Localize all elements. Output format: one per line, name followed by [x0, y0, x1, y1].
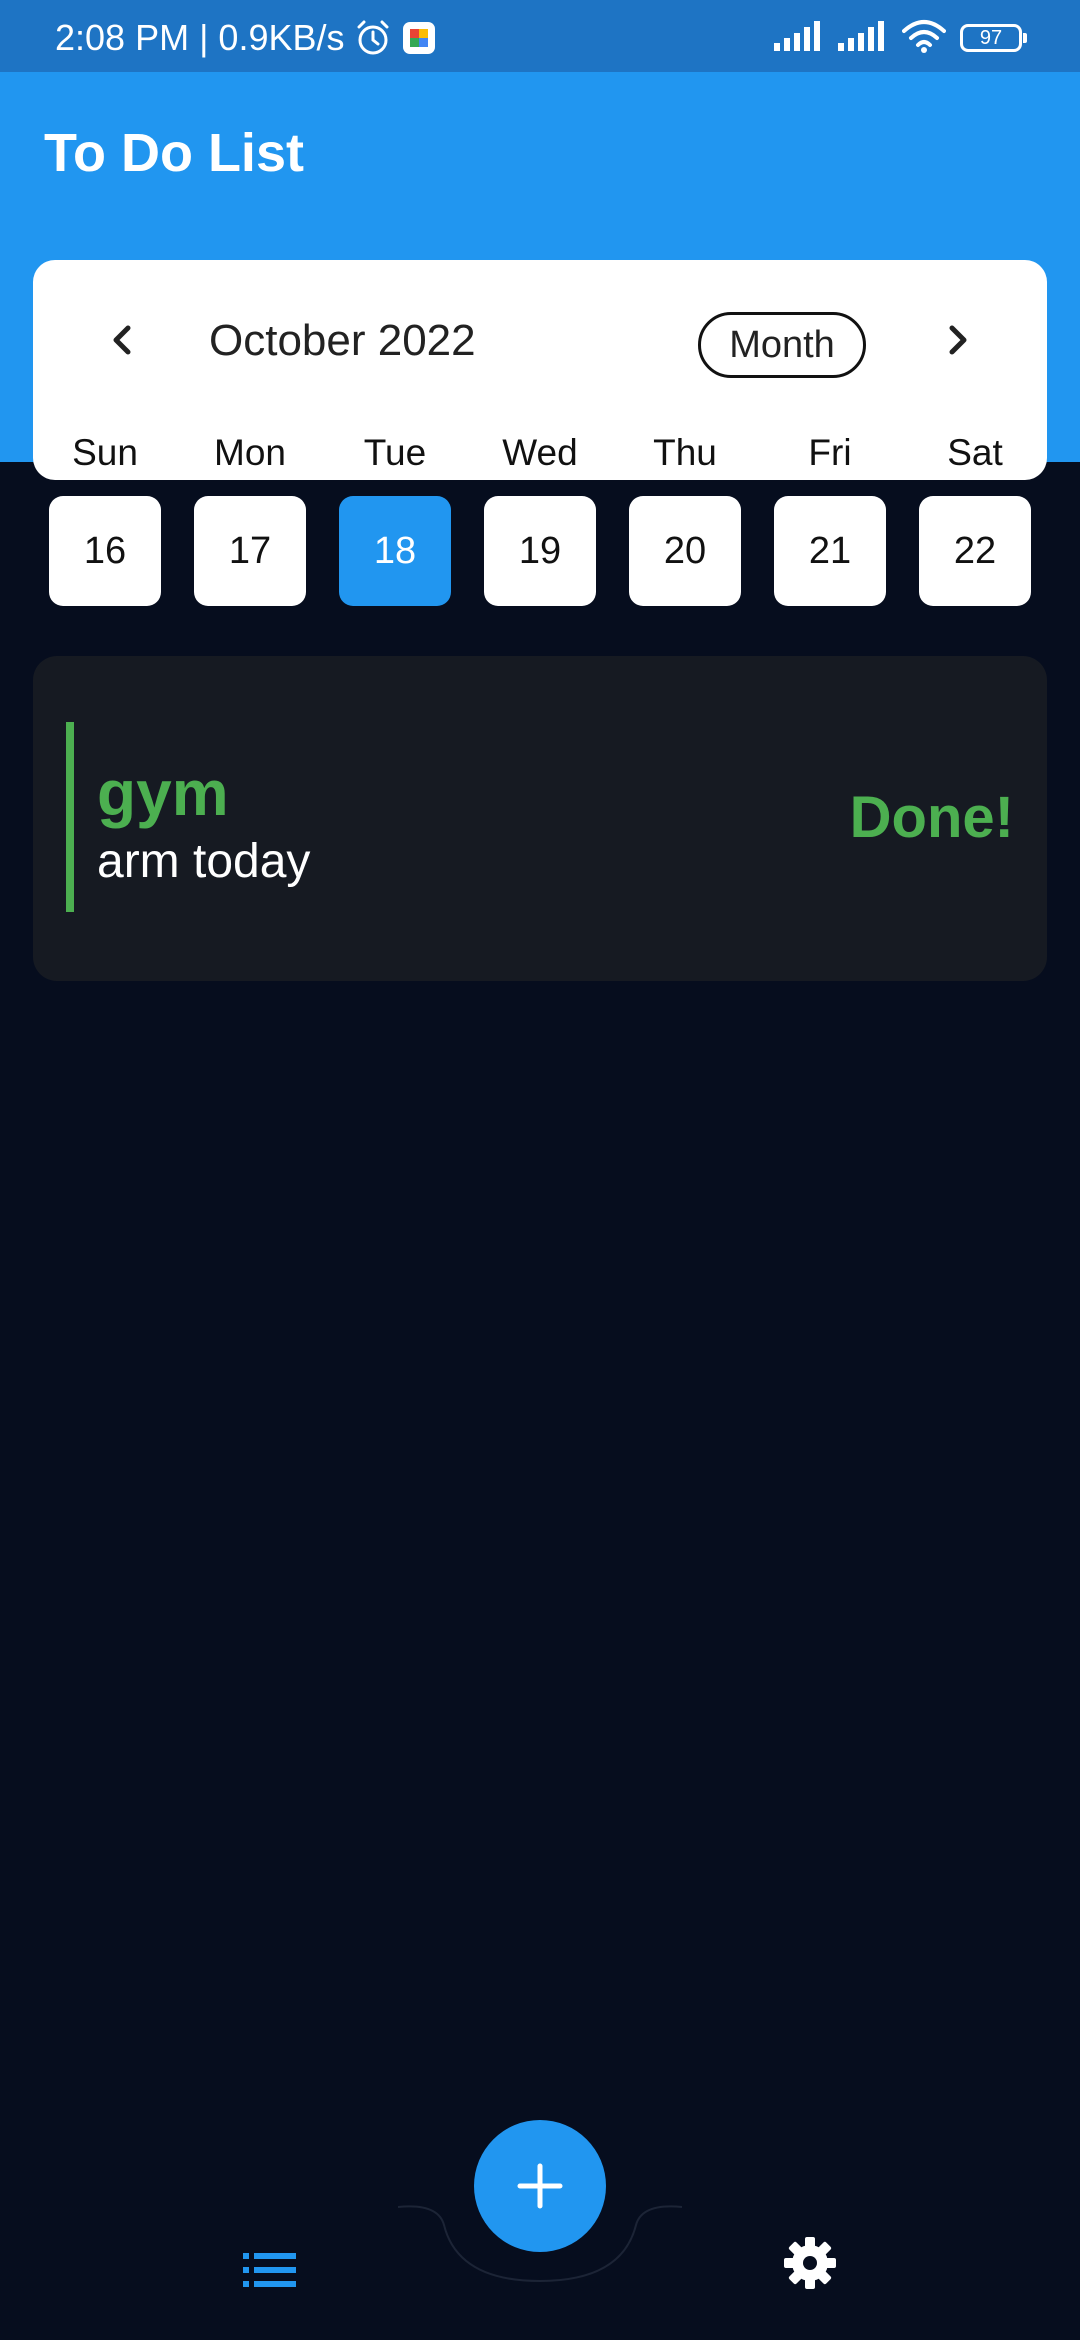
signal-icon: [774, 20, 824, 56]
task-status: Done!: [849, 785, 1014, 850]
add-task-button[interactable]: [474, 2120, 606, 2252]
alarm-icon: [353, 18, 393, 58]
date-cell[interactable]: 19: [484, 496, 596, 606]
battery-level: 97: [979, 26, 1003, 49]
date-row: 16 17 18 19 20 21 22: [49, 496, 1031, 606]
status-time-speed: 2:08 PM | 0.9KB/s: [55, 17, 345, 58]
task-description: arm today: [97, 835, 311, 888]
status-bar: 2:08 PM | 0.9KB/s 97: [0, 0, 1080, 72]
gear-icon: [784, 2237, 836, 2289]
status-left: 2:08 PM | 0.9KB/s: [55, 17, 437, 58]
settings-nav-button[interactable]: [780, 2233, 840, 2293]
status-right: 97: [774, 18, 1027, 58]
weekday-label: Wed: [502, 432, 578, 473]
chevron-right-icon: [949, 325, 967, 355]
date-cell-selected[interactable]: 18: [339, 496, 451, 606]
date-cell[interactable]: 21: [774, 496, 886, 606]
task-card[interactable]: gym arm today Done!: [33, 656, 1047, 981]
view-toggle-button[interactable]: Month: [698, 312, 866, 378]
signal-icon: [838, 20, 888, 56]
weekday-label: Thu: [653, 432, 717, 473]
prev-month-button[interactable]: [93, 310, 153, 370]
plus-icon: [517, 2163, 563, 2209]
task-title: gym: [97, 757, 229, 829]
view-toggle-label: Month: [729, 323, 835, 366]
battery-icon: 97: [960, 24, 1027, 52]
bottom-nav: [0, 2120, 1080, 2340]
date-cell[interactable]: 20: [629, 496, 741, 606]
weekday-label: Fri: [808, 432, 852, 473]
weekday-row: Sun Mon Tue Wed Thu Fri Sat: [49, 432, 1031, 482]
date-cell[interactable]: 17: [194, 496, 306, 606]
chevron-left-icon: [113, 325, 131, 355]
month-label: October 2022: [209, 316, 476, 365]
date-cell[interactable]: 22: [919, 496, 1031, 606]
weekday-label: Mon: [214, 432, 286, 473]
list-icon: [243, 2253, 296, 2287]
list-nav-button[interactable]: [240, 2240, 300, 2300]
app-notification-icon: [401, 20, 437, 56]
weekday-label: Sun: [72, 432, 138, 473]
weekday-label: Tue: [363, 432, 427, 473]
task-accent-bar: [66, 722, 74, 912]
weekday-label: Sat: [947, 432, 1003, 473]
wifi-icon: [902, 19, 946, 58]
page-title: To Do List: [44, 123, 304, 183]
next-month-button[interactable]: [927, 310, 987, 370]
date-cell[interactable]: 16: [49, 496, 161, 606]
